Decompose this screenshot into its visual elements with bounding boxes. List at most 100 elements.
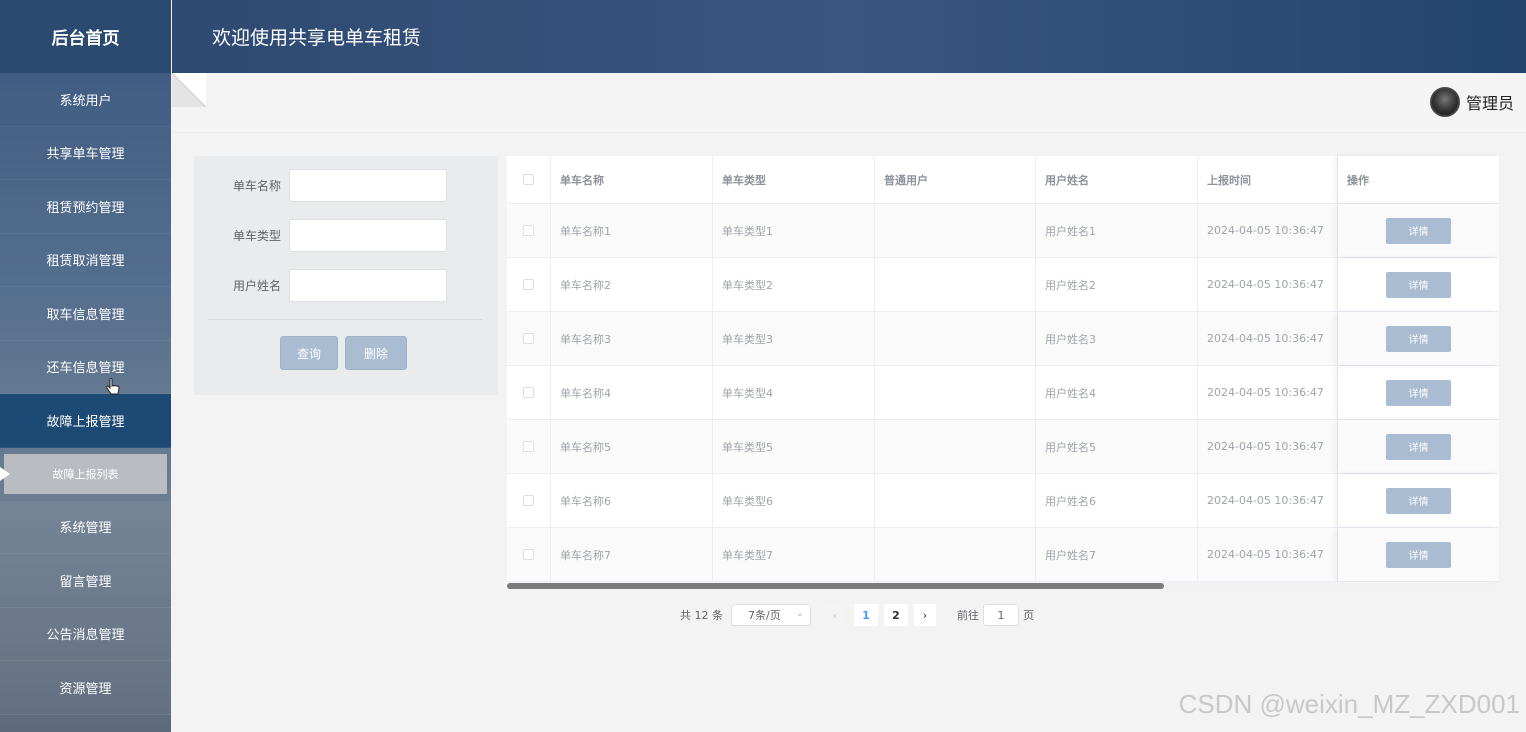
column-header: 单车类型 (713, 156, 875, 203)
row-checkbox[interactable] (523, 333, 534, 344)
column-header: 操作 (1338, 156, 1499, 203)
avatar[interactable] (1429, 87, 1460, 117)
sidebar-item-announcements[interactable]: 公告消息管理 (0, 607, 171, 661)
cell-user-name: 用户姓名7 (1036, 528, 1198, 581)
table-row: 单车名称3 单车类型3 用户姓名3 2024-04-05 10:36:47 详情 (507, 312, 1499, 366)
sidebar-item-system-users[interactable]: 系统用户 (0, 73, 171, 127)
select-all-checkbox[interactable] (523, 174, 534, 185)
cell-user (875, 474, 1036, 527)
sidebar: 后台首页 系统用户 共享单车管理 租赁预约管理 租赁取消管理 取车信息管理 还车… (0, 0, 171, 732)
delete-button[interactable]: 删除 (345, 336, 407, 370)
row-checkbox[interactable] (523, 225, 534, 236)
cell-user-name: 用户姓名5 (1036, 420, 1198, 473)
row-checkbox[interactable] (523, 549, 534, 560)
detail-button[interactable]: 详情 (1386, 379, 1451, 406)
goto-suffix: 页 (1023, 609, 1034, 622)
sidebar-item-fault-report[interactable]: 故障上报管理 (0, 394, 171, 448)
cell-user-name: 用户姓名3 (1036, 312, 1198, 365)
query-button[interactable]: 查询 (280, 336, 338, 370)
field-label: 用户姓名 (232, 279, 281, 293)
table-row: 单车名称1 单车类型1 用户姓名1 2024-04-05 10:36:47 详情 (507, 204, 1499, 258)
active-indicator-icon (0, 466, 10, 481)
table-row: 单车名称4 单车类型4 用户姓名4 2024-04-05 10:36:47 详情 (507, 366, 1499, 420)
sidebar-item-rental-cancel[interactable]: 租赁取消管理 (0, 233, 171, 287)
column-header: 单车名称 (551, 156, 713, 203)
row-checkbox[interactable] (523, 495, 534, 506)
bike-name-input[interactable] (289, 169, 447, 202)
page-title: 欢迎使用共享电单车租赁 (212, 27, 422, 49)
field-label: 单车名称 (232, 179, 281, 193)
sidebar-item-return-info[interactable]: 还车信息管理 (0, 340, 171, 394)
detail-button[interactable]: 详情 (1386, 217, 1451, 244)
cell-report-time: 2024-04-05 10:36:47 (1198, 474, 1338, 527)
detail-button[interactable]: 详情 (1386, 325, 1451, 352)
prev-page-button[interactable]: ‹ (824, 604, 846, 626)
scrollbar-thumb[interactable] (507, 583, 1164, 589)
goto-page-input[interactable]: 1 (983, 604, 1019, 626)
divider (208, 319, 482, 320)
cell-user-name: 用户姓名2 (1036, 258, 1198, 311)
search-field-user-name: 用户姓名 (194, 269, 498, 302)
cell-bike-name: 单车名称3 (551, 312, 713, 365)
detail-button[interactable]: 详情 (1386, 271, 1451, 298)
home-link[interactable]: 后台首页 (0, 0, 171, 73)
sidebar-item-bike-management[interactable]: 共享单车管理 (0, 126, 171, 180)
cell-report-time: 2024-04-05 10:36:47 (1198, 366, 1338, 419)
top-bar: 管理员 (171, 72, 1526, 133)
cell-report-time: 2024-04-05 10:36:47 (1198, 204, 1338, 257)
data-table: 单车名称 单车类型 普通用户 用户姓名 上报时间 操作 单车名称1 单车类型1 … (507, 156, 1499, 589)
cell-bike-type: 单车类型7 (713, 528, 875, 581)
page-number-2[interactable]: 2 (884, 604, 908, 626)
column-header: 普通用户 (875, 156, 1036, 203)
column-header: 用户姓名 (1036, 156, 1198, 203)
table-row: 单车名称6 单车类型6 用户姓名6 2024-04-05 10:36:47 详情 (507, 474, 1499, 528)
sidebar-item-pickup-info[interactable]: 取车信息管理 (0, 287, 171, 341)
sidebar-subitem-fault-list[interactable]: 故障上报列表 (0, 448, 171, 501)
table-row: 单车名称2 单车类型2 用户姓名2 2024-04-05 10:36:47 详情 (507, 258, 1499, 312)
table-row: 单车名称5 单车类型5 用户姓名5 2024-04-05 10:36:47 详情 (507, 420, 1499, 474)
sidebar-item-messages[interactable]: 留言管理 (0, 554, 171, 608)
detail-button[interactable]: 详情 (1386, 541, 1451, 568)
sidebar-item-resources[interactable]: 资源管理 (0, 661, 171, 715)
collapse-sidebar-icon[interactable] (171, 72, 207, 108)
cell-report-time: 2024-04-05 10:36:47 (1198, 312, 1338, 365)
bike-type-input[interactable] (289, 219, 447, 252)
row-checkbox[interactable] (523, 441, 534, 452)
cell-bike-name: 单车名称5 (551, 420, 713, 473)
row-checkbox[interactable] (523, 387, 534, 398)
goto-prefix: 前往 (957, 609, 979, 622)
horizontal-scrollbar[interactable] (507, 582, 1499, 590)
watermark: CSDN @weixin_MZ_ZXD001 (1178, 689, 1520, 719)
column-header: 上报时间 (1198, 156, 1338, 203)
cell-bike-name: 单车名称4 (551, 366, 713, 419)
page-size-select[interactable]: 7条/页 ⌄ (731, 604, 811, 626)
detail-button[interactable]: 详情 (1386, 433, 1451, 460)
cell-bike-type: 单车类型5 (713, 420, 875, 473)
cell-user-name: 用户姓名4 (1036, 366, 1198, 419)
table-header: 单车名称 单车类型 普通用户 用户姓名 上报时间 操作 (507, 156, 1499, 204)
user-menu[interactable]: 管理员 (1429, 87, 1514, 117)
row-checkbox[interactable] (523, 279, 534, 290)
sidebar-item-rental-booking[interactable]: 租赁预约管理 (0, 180, 171, 234)
sidebar-item-system-management[interactable]: 系统管理 (0, 500, 171, 554)
cell-bike-type: 单车类型1 (713, 204, 875, 257)
cell-user (875, 258, 1036, 311)
cell-bike-type: 单车类型3 (713, 312, 875, 365)
cell-user (875, 366, 1036, 419)
page-number-1[interactable]: 1 (854, 604, 878, 626)
cell-bike-name: 单车名称7 (551, 528, 713, 581)
cell-bike-name: 单车名称1 (551, 204, 713, 257)
chevron-down-icon: ⌄ (795, 608, 804, 619)
search-field-bike-name: 单车名称 (194, 169, 498, 202)
cell-bike-type: 单车类型2 (713, 258, 875, 311)
detail-button[interactable]: 详情 (1386, 487, 1451, 514)
user-name: 管理员 (1465, 94, 1514, 113)
next-page-button[interactable]: › (914, 604, 936, 626)
user-name-input[interactable] (289, 269, 447, 302)
search-panel: 单车名称 单车类型 用户姓名 查询 删除 (194, 156, 498, 395)
cell-report-time: 2024-04-05 10:36:47 (1198, 528, 1338, 581)
chevron-left-icon: ‹ (832, 608, 838, 622)
cell-bike-name: 单车名称6 (551, 474, 713, 527)
cell-bike-type: 单车类型4 (713, 366, 875, 419)
pagination-total: 共 12 条 (680, 609, 723, 622)
